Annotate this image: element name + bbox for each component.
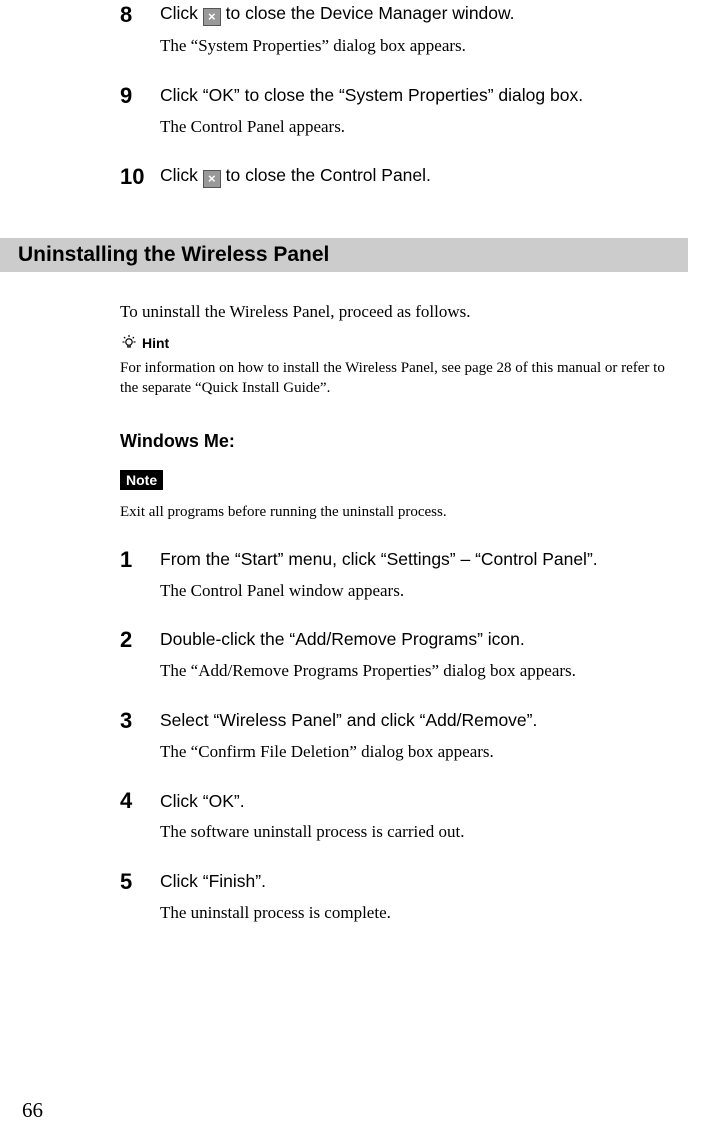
step-number: 5 [120,871,146,893]
step-8: 8 Click × to close the Device Manager wi… [120,2,678,58]
content-area: 8 Click × to close the Device Manager wi… [0,2,688,188]
step-number: 9 [120,85,146,107]
hint-icon [120,334,138,352]
step-head: 2 Double-click the “Add/Remove Programs”… [120,628,678,651]
step-title: Click “OK” to close the “System Properti… [160,84,583,107]
step-head: 1 From the “Start” menu, click “Settings… [120,548,678,571]
step-number: 1 [120,549,146,571]
page-number: 66 [22,1098,43,1123]
step-title: Select “Wireless Panel” and click “Add/R… [160,709,537,732]
step-head: 4 Click “OK”. [120,790,678,813]
note-text: Exit all programs before running the uni… [120,502,678,522]
hint-text: For information on how to install the Wi… [120,358,678,399]
step-title-after: to close the Control Panel. [221,165,431,185]
step-5: 5 Click “Finish”. The uninstall process … [120,870,678,925]
step-title: From the “Start” menu, click “Settings” … [160,548,598,571]
step-title: Click “Finish”. [160,870,266,893]
step-head: 5 Click “Finish”. [120,870,678,893]
step-body: The Control Panel appears. [160,115,678,139]
step-body: The “Confirm File Deletion” dialog box a… [160,740,678,764]
step-body: The “System Properties” dialog box appea… [160,34,678,58]
intro-paragraph: To uninstall the Wireless Panel, proceed… [120,300,678,324]
step-title-after: to close the Device Manager window. [221,3,515,23]
step-title: Click “OK”. [160,790,245,813]
step-title: Click × to close the Control Panel. [160,164,431,188]
subheading-windows-me: Windows Me: [120,431,678,452]
step-number: 8 [120,4,146,26]
step-number: 2 [120,629,146,651]
step-title: Click × to close the Device Manager wind… [160,2,515,26]
content-area-2: To uninstall the Wireless Panel, proceed… [0,300,688,924]
step-2: 2 Double-click the “Add/Remove Programs”… [120,628,678,683]
hint-row: Hint [120,334,678,352]
step-body: The Control Panel window appears. [160,579,678,603]
note-label: Note [120,470,163,490]
step-head: 10 Click × to close the Control Panel. [120,164,678,188]
step-title: Double-click the “Add/Remove Programs” i… [160,628,525,651]
step-1: 1 From the “Start” menu, click “Settings… [120,548,678,603]
step-number: 3 [120,710,146,732]
close-icon: × [203,170,221,188]
step-number: 4 [120,790,146,812]
step-10: 10 Click × to close the Control Panel. [120,164,678,188]
step-body: The “Add/Remove Programs Properties” dia… [160,659,678,683]
step-body: The software uninstall process is carrie… [160,820,678,844]
step-head: 8 Click × to close the Device Manager wi… [120,2,678,26]
hint-label: Hint [142,335,169,351]
step-3: 3 Select “Wireless Panel” and click “Add… [120,709,678,764]
step-body: The uninstall process is complete. [160,901,678,925]
step-head: 3 Select “Wireless Panel” and click “Add… [120,709,678,732]
step-title-before: Click [160,165,203,185]
step-head: 9 Click “OK” to close the “System Proper… [120,84,678,107]
step-number: 10 [120,166,146,188]
step-title-before: Click [160,3,203,23]
section-header: Uninstalling the Wireless Panel [0,238,688,272]
step-4: 4 Click “OK”. The software uninstall pro… [120,790,678,845]
close-icon: × [203,8,221,26]
page: 8 Click × to close the Device Manager wi… [0,2,706,1141]
step-9: 9 Click “OK” to close the “System Proper… [120,84,678,139]
